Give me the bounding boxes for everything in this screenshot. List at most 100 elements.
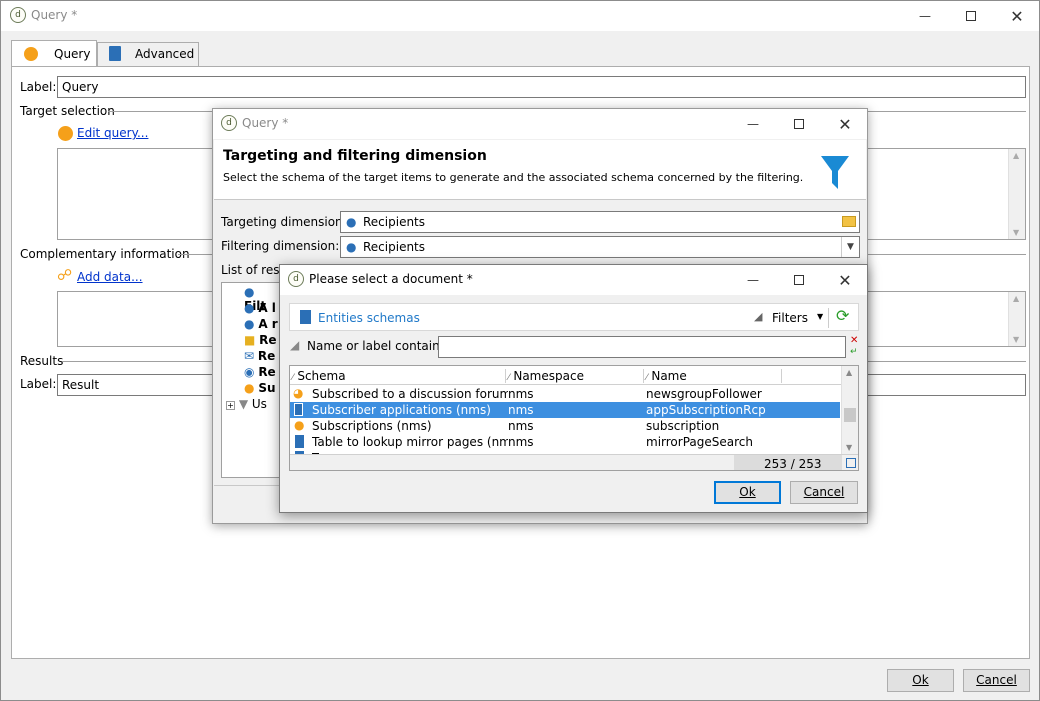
tree-item[interactable]: ● A r [244,317,278,331]
select-dialog-close-button[interactable]: ✕ [823,265,867,295]
minimize-icon: — [747,117,759,131]
column-schema-label: Schema [297,369,346,383]
apply-search-icon[interactable]: ↵ [850,347,858,357]
tree-item-label: Re [259,333,277,347]
select-ok-button[interactable]: Ok [714,481,781,504]
search-label: Name or label contains: [307,339,450,353]
select-toolbar: Entities schemas ◢ Filters ▼ ⟳ [289,303,859,331]
main-ok-button[interactable]: Ok [887,669,954,692]
filtering-dimension-label: Filtering dimension: [221,239,340,253]
tree-item[interactable]: ● A l [244,301,276,315]
label-field-input[interactable]: Query [57,76,1026,98]
row-name: appSubscriptionRcp [646,403,766,417]
person-icon: ● [294,418,305,432]
column-name-label: Name [651,369,687,383]
recipient-icon: ● [346,215,357,229]
query-dialog-close-button[interactable]: ✕ [823,109,867,139]
chevron-down-icon: ▼ [841,237,859,257]
targeting-dimension-label: Targeting dimension: [221,215,347,229]
envelope-icon: ✉ [244,349,255,363]
filtering-dimension-select[interactable]: ● Recipients ▼ [340,236,860,258]
edit-query-icon [58,126,73,141]
expand-icon[interactable]: + [226,401,235,410]
dimension-heading: Targeting and filtering dimension [223,148,487,164]
targeting-dimension-field[interactable]: ● Recipients [340,211,860,233]
select-ok-label: Ok [739,485,756,499]
tree-item[interactable]: ✉ Re [244,349,275,363]
list-config-icon[interactable] [846,458,856,468]
row-count: 253 / 253 [764,457,822,471]
column-name-header[interactable]: ⁄ Name [646,369,782,383]
refresh-icon[interactable]: ⟳ [836,307,849,325]
query-tab-icon [24,47,38,61]
label-field-label: Label: [20,80,57,94]
filter-icon: ◢ [754,310,763,323]
select-cancel-label: Cancel [803,485,845,499]
select-dialog-maximize-button[interactable] [777,265,821,295]
restriction-tree[interactable]: ● Filt ● A l ● A r ■ Re ✉ Re ◉ Re ● Su +… [221,282,281,478]
schema-icon [295,435,304,448]
column-schema-header[interactable]: ⁄ Schema [292,369,506,383]
main-cancel-button[interactable]: Cancel [963,669,1030,692]
entities-schemas-label[interactable]: Entities schemas [318,311,420,325]
select-dialog-minimize-button[interactable]: — [731,265,775,295]
main-window-title: Query * [31,8,78,22]
dimension-header-panel: Targeting and filtering dimension Select… [214,140,866,200]
tab-query[interactable]: Query [11,40,97,67]
row-name: subscription [646,419,720,433]
maximize-button[interactable] [949,1,993,31]
results-label-label: Label: [20,377,57,391]
tree-item[interactable]: ■ Re [244,333,277,347]
row-name: newsgroupFollower [646,387,762,401]
select-document-dialog: d Please select a document * — ✕ Entitie… [279,264,868,513]
schema-list-scrollbar[interactable]: ▲ ▼ [841,366,858,454]
share-icon: ☍ [57,266,73,284]
tree-item-label: Re [257,349,276,363]
tree-item-label: Re [258,365,276,379]
query-dialog-minimize-button[interactable]: — [731,109,775,139]
funnel-icon [821,156,849,189]
row-namespace: nms [508,403,534,417]
search-input[interactable] [438,336,846,358]
filter-schema-icon: ● [244,285,255,299]
tree-item[interactable]: ● Su [244,381,276,395]
maximize-icon [966,11,976,21]
maximize-icon [794,119,804,129]
close-icon: ✕ [838,114,852,134]
target-selection-heading: Target selection [20,104,115,118]
tab-advanced[interactable]: Advanced [97,42,199,66]
table-row[interactable]: ● Subscriptions (nms) nms subscription [290,418,840,434]
row-schema: Subscriber applications (nms) [312,403,491,417]
minimize-icon: — [919,9,931,23]
minimize-button[interactable]: — [903,1,947,31]
close-button[interactable]: ✕ [995,1,1039,31]
tree-item[interactable]: + ▼ Us [226,397,267,411]
table-row[interactable]: Subscriber applications (nms) nms appSub… [290,402,840,418]
row-schema: Subscribed to a discussion forum (n... [312,387,508,401]
query-dialog-maximize-button[interactable] [777,109,821,139]
scroll-thumb[interactable] [844,408,856,422]
column-namespace-label: Namespace [513,369,584,383]
row-namespace: nms [508,435,534,449]
folder-person-icon: ■ [244,333,256,347]
minimize-icon: — [747,273,759,287]
complementary-scrollbar[interactable]: ▲ ▼ [1008,292,1025,346]
tree-item[interactable]: ◉ Re [244,365,276,379]
table-row[interactable]: ◕ Subscribed to a discussion forum (n...… [290,386,840,402]
schema-list-header: ⁄ Schema ⁄ Namespace ⁄ Name [290,366,842,385]
table-row[interactable]: Table to lookup mirror pages (nms) nms m… [290,434,840,450]
select-cancel-button[interactable]: Cancel [790,481,858,504]
tree-item-label: A l [258,301,276,315]
search-funnel-icon: ◢ [290,338,300,352]
add-data-link[interactable]: Add data... [77,270,143,284]
schema-list-footer: 253 / 253 [290,454,858,471]
column-namespace-header[interactable]: ⁄ Namespace [508,369,644,383]
filters-button[interactable]: ◢ Filters ▼ [752,308,828,328]
query-summary-scrollbar[interactable]: ▲ ▼ [1008,149,1025,239]
funnel-icon: ▼ [238,397,249,411]
clear-search-icon[interactable]: ✕ [850,335,858,346]
select-dialog-titlebar: d Please select a document * — ✕ [280,265,867,295]
edit-query-link[interactable]: Edit query... [77,126,148,140]
dimension-description: Select the schema of the target items to… [223,171,804,184]
main-cancel-label: Cancel [976,673,1017,687]
